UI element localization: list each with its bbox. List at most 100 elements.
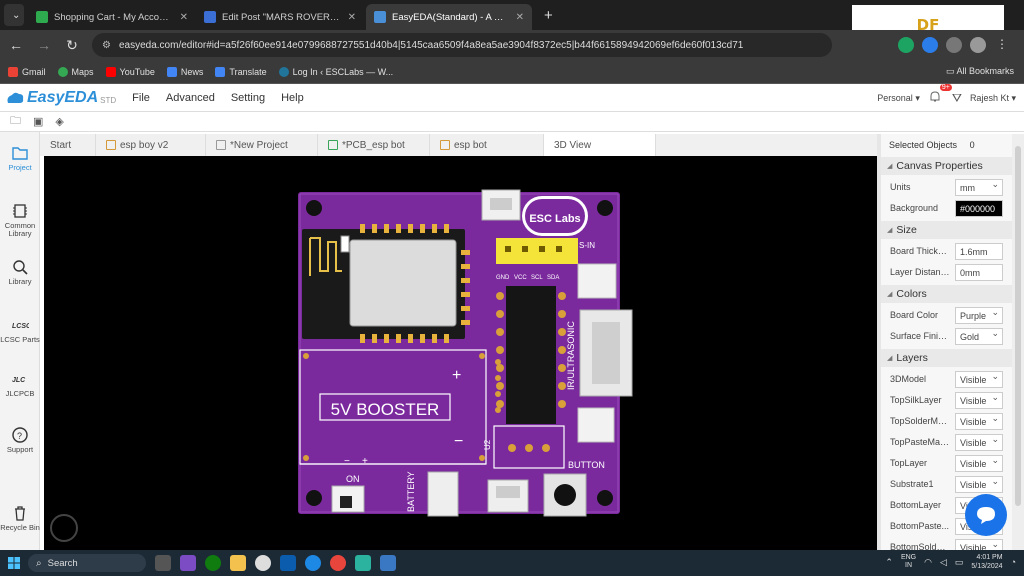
account-type-dropdown[interactable]: Personal ▾ xyxy=(877,93,920,104)
bookmark-gmail[interactable]: Gmail xyxy=(8,66,46,77)
notification-icon[interactable]: ◔ xyxy=(1011,557,1016,567)
profile-avatar-icon[interactable] xyxy=(970,37,986,53)
language-indicator[interactable]: ENG IN xyxy=(901,554,916,570)
start-button[interactable] xyxy=(0,550,28,576)
layer-visibility-select[interactable]: Visible xyxy=(955,476,1003,493)
app-icon[interactable] xyxy=(255,555,271,571)
menu-advanced[interactable]: Advanced xyxy=(166,92,215,104)
nav-label: Common Library xyxy=(4,221,36,238)
extension-icon[interactable] xyxy=(922,37,938,53)
nav-recycle-bin[interactable]: Recycle Bin xyxy=(0,504,40,532)
extensions-puzzle-icon[interactable] xyxy=(946,37,962,53)
layer-visibility-select[interactable]: Visible xyxy=(955,434,1003,451)
layer-distance-input[interactable]: 0mm xyxy=(955,264,1003,281)
search-placeholder: Search xyxy=(47,557,78,569)
nav-common-library[interactable]: Common Library xyxy=(0,202,40,238)
close-tab-icon[interactable]: ✕ xyxy=(516,12,524,23)
file-explorer-icon[interactable] xyxy=(230,555,246,571)
bookmark-translate[interactable]: Translate xyxy=(215,66,267,77)
section-size[interactable]: ◢ Size xyxy=(881,221,1012,239)
3d-view-canvas[interactable]: ESC Labs S-IN GND VCC SCL SDA IR/ULTRASO… xyxy=(44,156,877,550)
menu-file[interactable]: File xyxy=(132,92,150,104)
tab-start[interactable]: Start xyxy=(40,134,96,156)
bookmark-youtube[interactable]: YouTube xyxy=(105,66,155,77)
nav-project[interactable]: Project xyxy=(0,144,40,172)
rotate-icon[interactable] xyxy=(50,514,78,542)
browser-tab-shopping-cart[interactable]: Shopping Cart - My Account - PC ✕ xyxy=(28,4,196,30)
surface-finish-select[interactable]: Gold xyxy=(955,328,1003,345)
bookmark-label: Translate xyxy=(229,66,267,77)
layer-visibility-select[interactable]: Visible xyxy=(955,539,1003,550)
open-image-icon[interactable]: ▣ xyxy=(33,115,43,128)
app-icon[interactable] xyxy=(355,555,371,571)
background-color-input[interactable]: #000000 xyxy=(955,200,1003,217)
browser-tab-easyeda[interactable]: EasyEDA(Standard) - A Simple and ✕ xyxy=(366,4,532,30)
notification-bell-icon[interactable]: 9+ xyxy=(928,84,952,106)
nav-library[interactable]: Library xyxy=(0,258,40,286)
layers-icon[interactable]: ◈ xyxy=(55,115,63,128)
xbox-icon[interactable] xyxy=(205,555,221,571)
jlcpcb-icon: JLC xyxy=(12,377,26,384)
task-view-icon[interactable] xyxy=(155,555,171,571)
back-arrow-icon[interactable]: ← xyxy=(4,33,28,57)
board-thickness-input[interactable]: 1.6mm xyxy=(955,243,1003,260)
close-tab-icon[interactable]: ✕ xyxy=(180,12,188,23)
section-layers[interactable]: ◢ Layers xyxy=(881,349,1012,367)
clock[interactable]: 4:01 PM 5/13/2024 xyxy=(971,553,1002,571)
scrollbar-thumb[interactable] xyxy=(1015,146,1021,506)
app-icon[interactable] xyxy=(380,555,396,571)
layer-visibility-select[interactable]: Visible xyxy=(955,392,1003,409)
user-menu[interactable]: Rajesh Kt ▾ xyxy=(970,93,1016,104)
section-canvas-properties[interactable]: ◢ Canvas Properties xyxy=(881,157,1012,175)
app-icon[interactable] xyxy=(180,555,196,571)
edge-icon[interactable] xyxy=(305,555,321,571)
chevron-up-icon[interactable]: ⌃ xyxy=(885,557,893,568)
board-color-select[interactable]: Purple xyxy=(955,307,1003,324)
bookmark-maps[interactable]: Maps xyxy=(57,66,94,77)
gmail-icon xyxy=(8,66,18,77)
chat-support-button[interactable] xyxy=(965,494,1007,536)
menu-help[interactable]: Help xyxy=(281,92,304,104)
url-input[interactable]: ⚙ easyeda.com/editor#id=a5f26f60ee914e07… xyxy=(92,33,832,57)
tab-esp-boy-v2[interactable]: esp boy v2 xyxy=(96,134,206,156)
user-avatar-icon[interactable]: ⛛ xyxy=(952,91,962,106)
tab-new-project[interactable]: *New Project xyxy=(206,134,318,156)
new-document-icon[interactable]: 🗀 xyxy=(10,112,21,131)
bookmark-esclabs[interactable]: Log In ‹ ESCLabs — W... xyxy=(278,66,393,77)
tab-search-button[interactable]: ⌄ xyxy=(4,4,24,26)
layer-visibility-select[interactable]: Visible xyxy=(955,413,1003,430)
menu-setting[interactable]: Setting xyxy=(231,92,265,104)
section-colors[interactable]: ◢ Colors xyxy=(881,285,1012,303)
volume-icon[interactable]: ◁ xyxy=(940,557,947,568)
forward-arrow-icon[interactable]: → xyxy=(32,33,56,57)
app-icon[interactable] xyxy=(280,555,296,571)
wifi-icon[interactable]: ◠ xyxy=(924,557,932,568)
nav-support[interactable]: ? Support xyxy=(0,426,40,454)
esp-shield-can xyxy=(349,239,457,327)
new-tab-button[interactable]: + xyxy=(536,4,561,26)
chrome-icon[interactable] xyxy=(330,555,346,571)
units-select[interactable]: mm xyxy=(955,179,1003,196)
properties-scrollbar[interactable] xyxy=(1012,134,1024,550)
tab-title: EasyEDA(Standard) - A Simple and xyxy=(392,11,510,23)
close-tab-icon[interactable]: ✕ xyxy=(348,12,356,23)
site-info-icon[interactable]: ⚙ xyxy=(102,40,111,51)
layer-visibility-select[interactable]: Visible xyxy=(955,371,1003,388)
more-menu-icon[interactable]: ⋮ xyxy=(994,37,1010,53)
tab-esp-bot[interactable]: esp bot xyxy=(430,134,544,156)
nav-lcsc-parts[interactable]: LCSC LCSC Parts xyxy=(0,316,40,344)
nav-jlcpcb[interactable]: JLC JLCPCB xyxy=(0,370,40,398)
layer-visibility-select[interactable]: Visible xyxy=(955,455,1003,472)
easyeda-logo[interactable]: EasyEDA STD xyxy=(6,89,116,107)
layer-name: TopSilkLayer xyxy=(890,395,942,405)
all-bookmarks-button[interactable]: ▭ All Bookmarks xyxy=(946,66,1014,77)
tab-3d-view[interactable]: 3D View xyxy=(544,134,656,156)
taskbar-search[interactable]: ⌕ Search xyxy=(28,554,146,572)
browser-tab-edit-post[interactable]: Edit Post "MARS ROVER USING N ✕ xyxy=(196,4,364,30)
extension-icon[interactable] xyxy=(898,37,914,53)
pcb-3d-render[interactable]: ESC Labs S-IN GND VCC SCL SDA IR/ULTRASO… xyxy=(44,156,877,550)
bookmark-news[interactable]: News xyxy=(166,66,203,77)
battery-icon[interactable]: ▭ xyxy=(955,557,964,568)
reload-icon[interactable]: ↻ xyxy=(60,33,84,57)
tab-pcb-esp-bot[interactable]: *PCB_esp bot xyxy=(318,134,430,156)
